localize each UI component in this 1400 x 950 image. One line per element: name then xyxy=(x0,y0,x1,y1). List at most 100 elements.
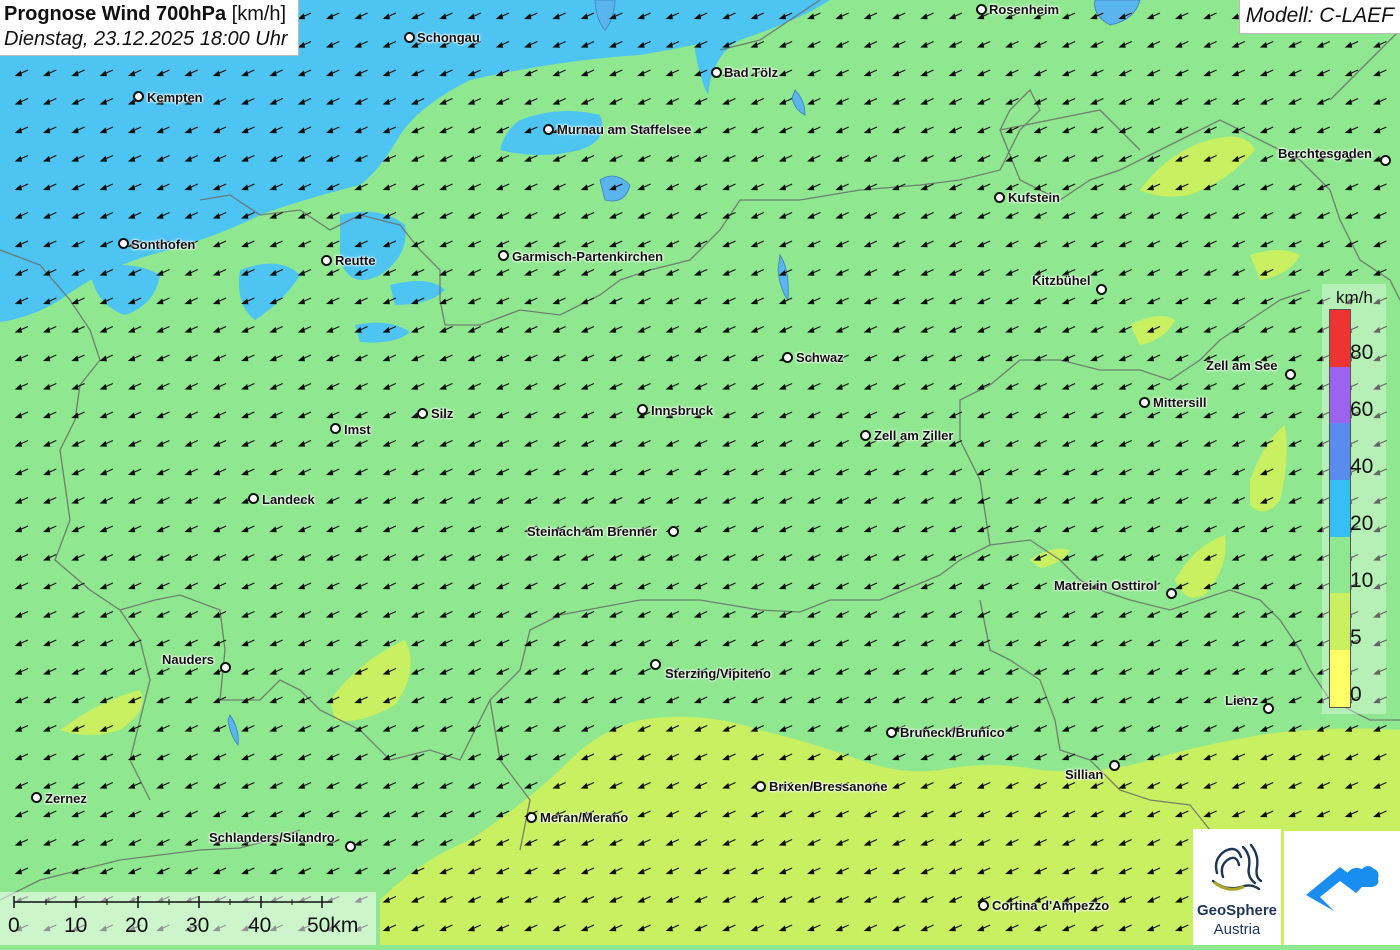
scale-label-40: 40 xyxy=(248,914,272,937)
city-label[interactable]: Kempten xyxy=(147,90,203,105)
city-marker[interactable] xyxy=(860,430,871,441)
city-marker[interactable] xyxy=(711,67,722,78)
city-label[interactable]: Reutte xyxy=(335,253,375,268)
legend-label-0: 0 xyxy=(1350,683,1362,706)
city-label[interactable]: Silz xyxy=(431,406,453,421)
city-label[interactable]: Bad Tölz xyxy=(724,65,778,80)
city-marker[interactable] xyxy=(978,900,989,911)
city-marker[interactable] xyxy=(543,124,554,135)
city-label[interactable]: Steinach am Brenner xyxy=(527,524,657,539)
legend-cell-5 xyxy=(1330,593,1350,651)
city-label[interactable]: Garmisch-Partenkirchen xyxy=(512,249,663,264)
city-label[interactable]: Schwaz xyxy=(796,350,844,365)
city-marker[interactable] xyxy=(782,352,793,363)
wind-map[interactable] xyxy=(0,0,1400,945)
legend-label-10: 10 xyxy=(1350,569,1374,592)
color-legend: km/h 80 60 40 20 10 5 0 xyxy=(1322,284,1386,714)
city-marker[interactable] xyxy=(1285,369,1296,380)
geosphere-logo-line2: Austria xyxy=(1213,921,1261,938)
city-label[interactable]: Zernez xyxy=(45,791,87,806)
city-marker[interactable] xyxy=(1166,588,1177,599)
scale-ruler xyxy=(13,896,332,908)
city-marker[interactable] xyxy=(994,192,1005,203)
scale-label-0: 0 xyxy=(8,914,20,937)
city-marker[interactable] xyxy=(668,526,679,537)
map-title-unit: [km/h] xyxy=(231,3,287,25)
forecast-datetime: Dienstag, 23.12.2025 18:00 Uhr xyxy=(4,28,288,50)
city-marker[interactable] xyxy=(1096,284,1107,295)
title-box: Prognose Wind 700hPa [km/h] Dienstag, 23… xyxy=(0,0,299,56)
legend-cell-0 xyxy=(1330,650,1350,707)
city-label[interactable]: Nauders xyxy=(162,652,214,667)
city-label[interactable]: Cortina d'Ampezzo xyxy=(992,898,1109,913)
city-label[interactable]: Sillian xyxy=(1065,767,1103,782)
legend-cell-40 xyxy=(1330,423,1350,481)
legend-colorbar xyxy=(1329,309,1351,708)
city-marker[interactable] xyxy=(330,423,341,434)
legend-cell-20 xyxy=(1330,480,1350,537)
city-label[interactable]: Innsbruck xyxy=(651,403,713,418)
geosphere-logo[interactable]: GeoSphere Austria xyxy=(1193,829,1281,945)
scale-label-30: 30 xyxy=(186,914,210,937)
city-label[interactable]: Kitzbühel xyxy=(1032,273,1091,288)
weather-app-logo[interactable] xyxy=(1284,831,1400,945)
city-marker[interactable] xyxy=(1139,397,1150,408)
city-label[interactable]: Bruneck/Brunico xyxy=(900,725,1005,740)
map-title: Prognose Wind 700hPa [km/h] xyxy=(4,3,288,26)
city-marker[interactable] xyxy=(650,659,661,670)
legend-cell-80 xyxy=(1330,310,1350,367)
city-marker[interactable] xyxy=(220,662,231,673)
city-label[interactable]: Schlanders/Silandro xyxy=(209,830,335,845)
city-marker[interactable] xyxy=(133,91,144,102)
city-label[interactable]: Brixen/Bressanone xyxy=(769,779,888,794)
legend-label-60: 60 xyxy=(1350,398,1374,421)
city-label[interactable]: Sterzing/Vipiteno xyxy=(665,666,771,681)
legend-unit: km/h xyxy=(1336,288,1373,307)
city-marker[interactable] xyxy=(886,727,897,738)
map-title-main: Prognose Wind 700hPa xyxy=(4,3,227,25)
city-marker[interactable] xyxy=(526,812,537,823)
city-label[interactable]: Schongau xyxy=(417,30,480,45)
model-label: Modell: C-LAEF xyxy=(1238,0,1400,34)
geosphere-logo-line1: GeoSphere xyxy=(1196,902,1278,919)
scale-label-50: 50km xyxy=(307,914,359,937)
city-marker[interactable] xyxy=(1263,703,1274,714)
city-label[interactable]: Zell am See xyxy=(1206,358,1278,373)
city-marker[interactable] xyxy=(976,4,987,15)
city-label[interactable]: Kufstein xyxy=(1008,190,1060,205)
city-label[interactable]: Zell am Ziller xyxy=(874,428,953,443)
legend-label-80: 80 xyxy=(1350,341,1374,364)
city-marker[interactable] xyxy=(248,493,259,504)
city-label[interactable]: Landeck xyxy=(262,492,315,507)
city-marker[interactable] xyxy=(1109,760,1120,771)
geosphere-emblem-icon xyxy=(1211,843,1263,891)
city-marker[interactable] xyxy=(31,792,42,803)
city-label[interactable]: Imst xyxy=(344,422,371,437)
legend-cell-60 xyxy=(1330,366,1350,424)
legend-label-20: 20 xyxy=(1350,512,1374,535)
city-label[interactable]: Lienz xyxy=(1225,693,1258,708)
city-label[interactable]: Murnau am Staffelsee xyxy=(557,122,691,137)
legend-cell-10 xyxy=(1330,536,1350,594)
city-label[interactable]: Rosenheim xyxy=(989,2,1059,17)
cloud-arrow-icon xyxy=(1306,866,1379,911)
city-marker[interactable] xyxy=(1380,155,1391,166)
city-label[interactable]: Berchtesgaden xyxy=(1278,146,1372,161)
city-marker[interactable] xyxy=(498,250,509,261)
scale-bar: 0 10 20 30 40 50km xyxy=(0,892,376,945)
city-label[interactable]: Sonthofen xyxy=(131,237,195,252)
city-marker[interactable] xyxy=(404,32,415,43)
city-label[interactable]: Matrei in Osttirol xyxy=(1054,578,1157,593)
city-marker[interactable] xyxy=(345,841,356,852)
city-label[interactable]: Meran/Merano xyxy=(540,810,628,825)
city-marker[interactable] xyxy=(417,408,428,419)
legend-label-40: 40 xyxy=(1350,455,1374,478)
city-marker[interactable] xyxy=(321,255,332,266)
city-marker[interactable] xyxy=(755,781,766,792)
city-marker[interactable] xyxy=(637,404,648,415)
city-marker[interactable] xyxy=(118,238,129,249)
legend-label-5: 5 xyxy=(1350,626,1362,649)
scale-label-20: 20 xyxy=(125,914,149,937)
scale-label-10: 10 xyxy=(64,914,88,937)
city-label[interactable]: Mittersill xyxy=(1153,395,1206,410)
